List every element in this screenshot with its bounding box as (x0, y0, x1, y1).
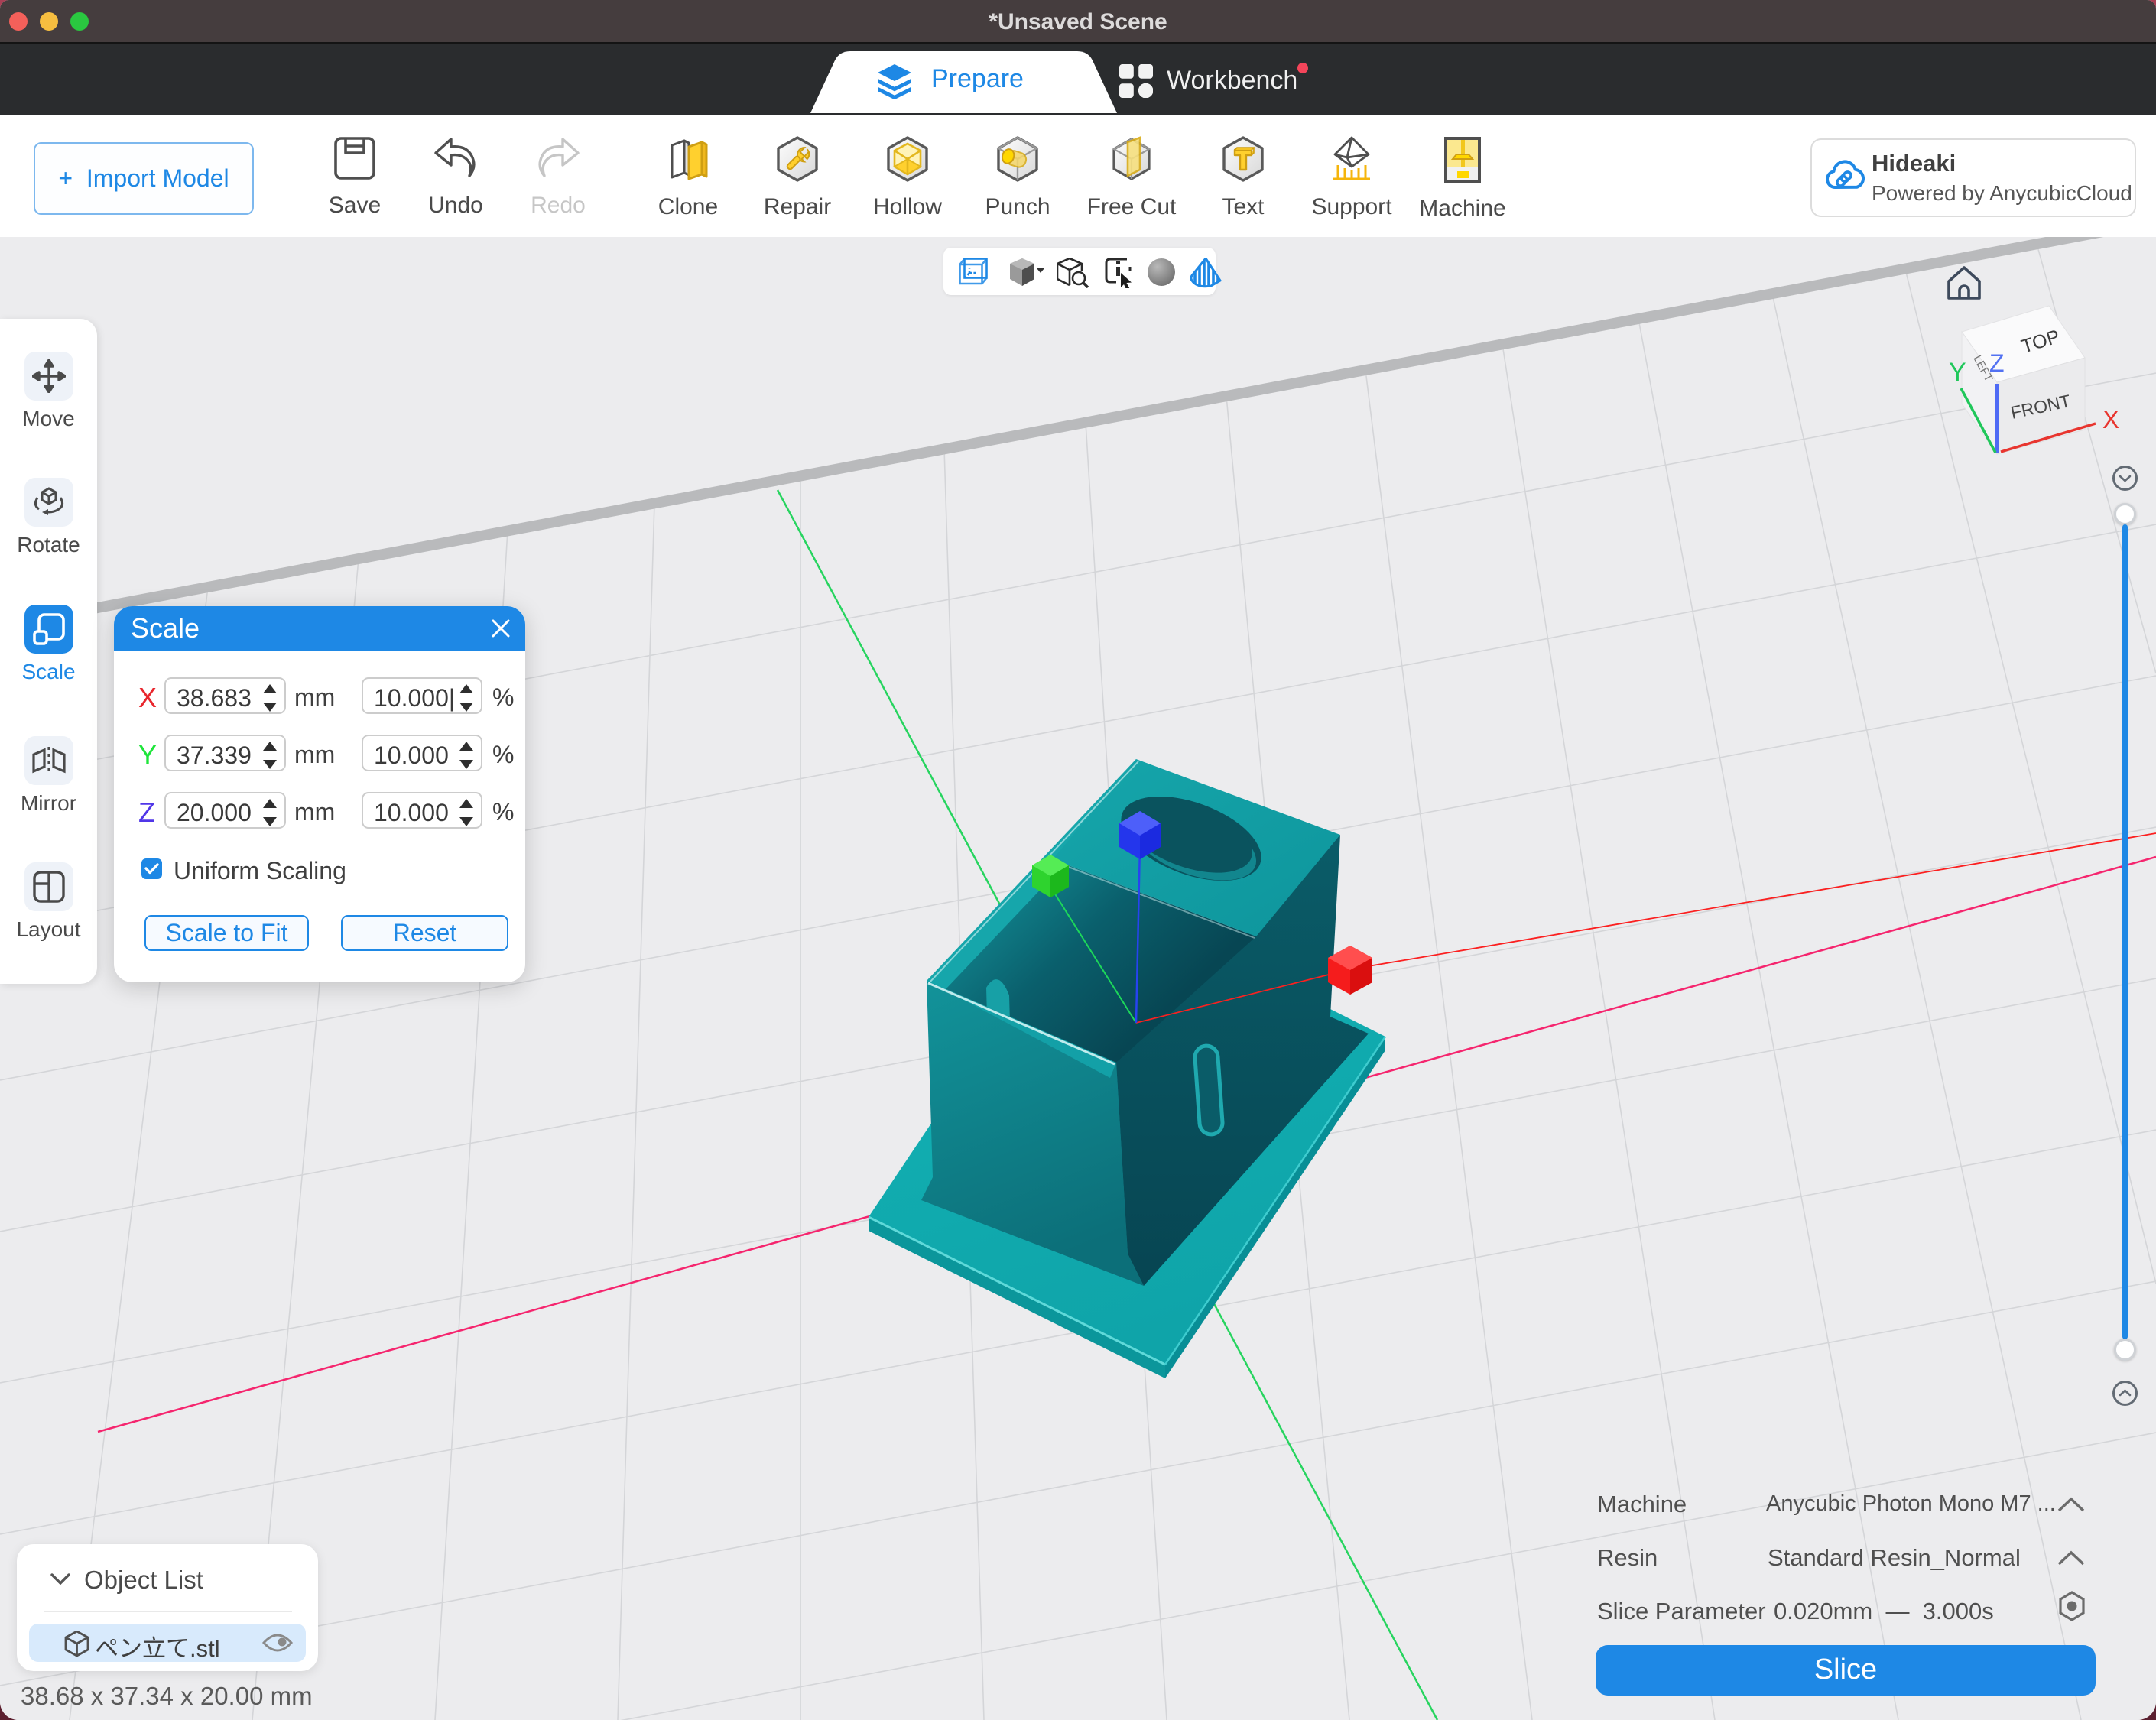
svg-text:X: X (2102, 405, 2119, 433)
svg-text:Y: Y (1949, 358, 1966, 387)
svg-text:Z: Z (1989, 349, 2005, 377)
